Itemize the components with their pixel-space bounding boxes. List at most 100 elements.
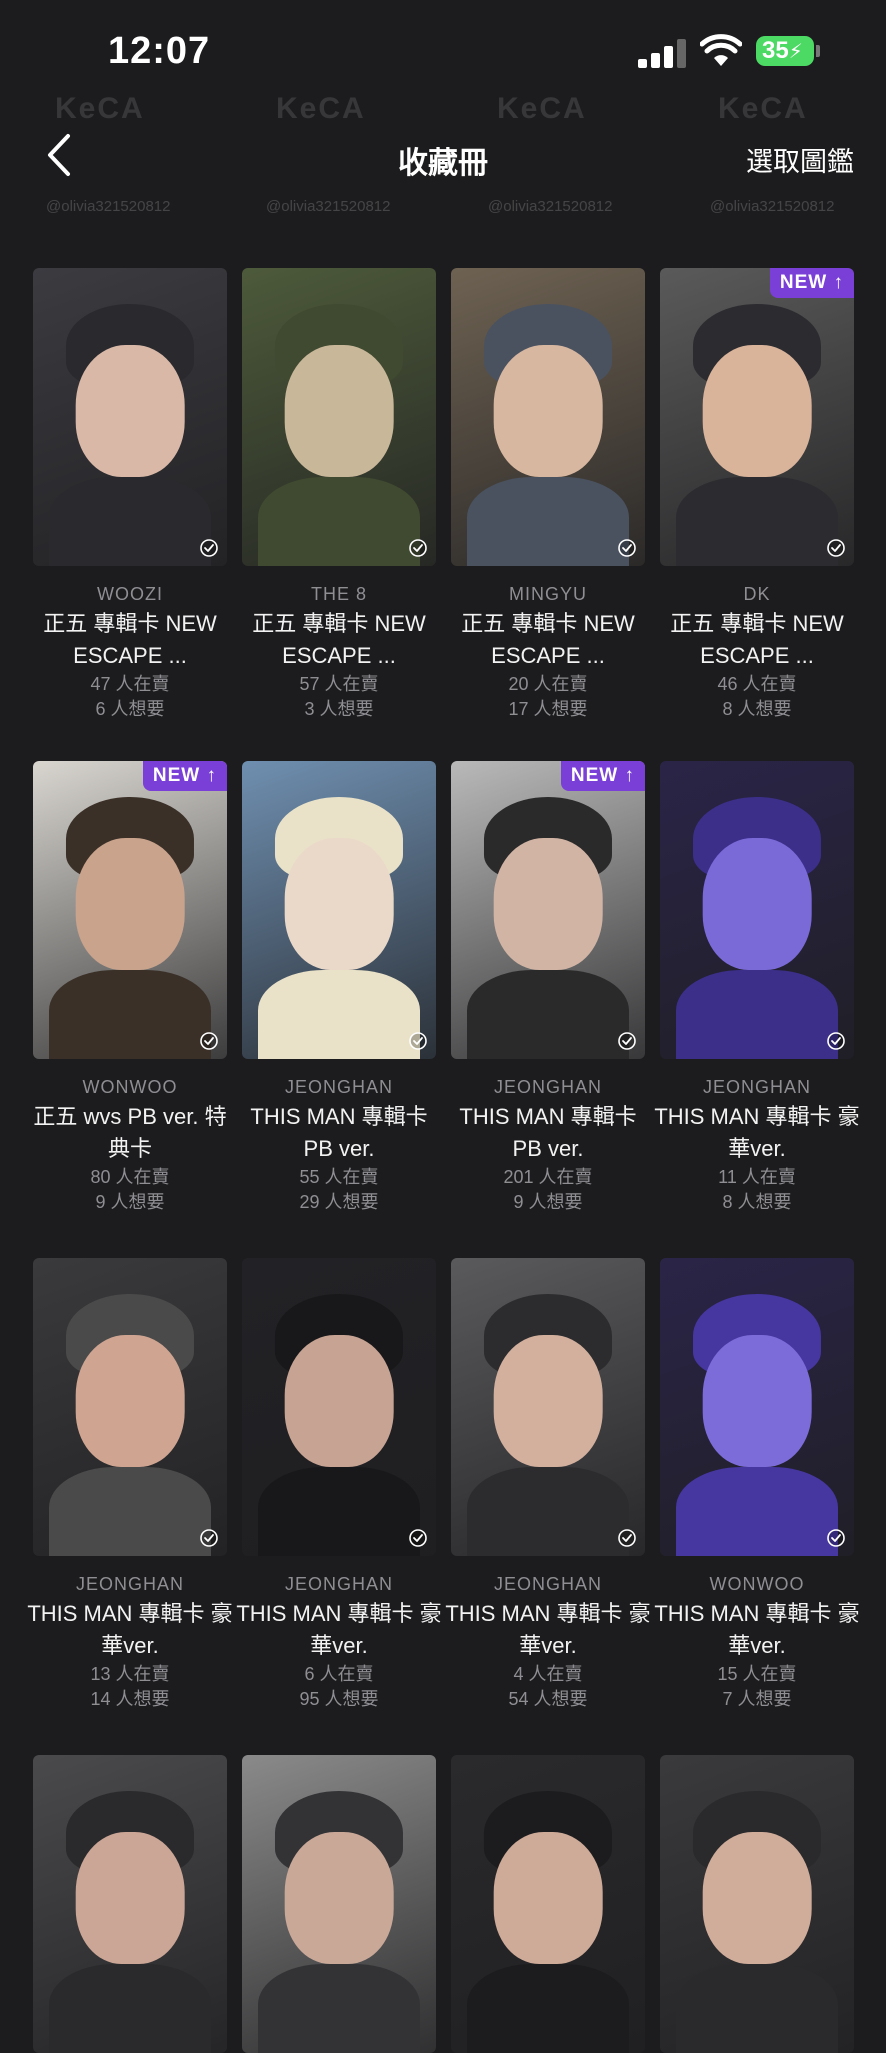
collected-check-icon[interactable] bbox=[408, 538, 428, 558]
portrait-face bbox=[75, 345, 185, 477]
portrait-face bbox=[284, 1335, 394, 1467]
photocard-image[interactable]: NEW ↑ bbox=[33, 761, 227, 1059]
collected-check-icon[interactable] bbox=[826, 1528, 846, 1548]
collected-check-icon[interactable] bbox=[826, 538, 846, 558]
portrait-body bbox=[675, 1466, 839, 1556]
portrait-face bbox=[284, 1832, 394, 1964]
collected-check-icon[interactable] bbox=[617, 1031, 637, 1051]
card-name: THIS MAN 專輯卡 PB ver. bbox=[459, 1104, 637, 1161]
photocard-info: JEONGHAN THIS MAN 專輯卡 PB ver. 55 人在賣 29 人想要 bbox=[236, 1073, 442, 1215]
portrait-body bbox=[48, 1466, 212, 1556]
sellers-count: 15 人在賣 bbox=[717, 1664, 797, 1684]
sellers-count: 57 人在賣 bbox=[299, 674, 379, 694]
photocard-image[interactable] bbox=[242, 1258, 436, 1556]
photocard-image[interactable] bbox=[33, 1258, 227, 1556]
portrait-body bbox=[257, 969, 421, 1059]
member-label: JEONGHAN bbox=[493, 1077, 602, 1097]
portrait-body bbox=[466, 476, 630, 566]
portrait-body bbox=[466, 1963, 630, 2053]
portrait-face bbox=[702, 1832, 812, 1964]
new-badge: NEW ↑ bbox=[769, 268, 854, 298]
wants-count: 6 人想要 bbox=[95, 699, 165, 719]
wants-count: 7 人想要 bbox=[722, 1689, 792, 1709]
photocard-info: JEONGHAN THIS MAN 專輯卡 豪華ver. 11 人在賣 8 人想要 bbox=[654, 1073, 860, 1215]
portrait-face bbox=[75, 1335, 185, 1467]
photocard-image[interactable]: NEW ↑ bbox=[451, 761, 645, 1059]
portrait-body bbox=[257, 476, 421, 566]
collected-check-icon[interactable] bbox=[199, 1528, 219, 1548]
photocard-image[interactable] bbox=[451, 268, 645, 566]
portrait-body bbox=[466, 1466, 630, 1556]
wants-count: 8 人想要 bbox=[722, 699, 792, 719]
collected-check-icon[interactable] bbox=[826, 1031, 846, 1051]
battery-tip bbox=[816, 45, 820, 57]
member-label: JEONGHAN bbox=[75, 1574, 184, 1594]
wants-count: 17 人想要 bbox=[508, 699, 588, 719]
wifi-icon bbox=[700, 34, 742, 66]
photocard-image[interactable] bbox=[660, 1258, 854, 1556]
portrait-face bbox=[75, 838, 185, 970]
watermark-handle: @olivia321520812 bbox=[710, 198, 835, 215]
card-name: 正五 專輯卡 NEW ESCAPE ... bbox=[43, 611, 217, 668]
wants-count: 3 人想要 bbox=[304, 699, 374, 719]
collected-check-icon[interactable] bbox=[199, 538, 219, 558]
portrait-face bbox=[702, 345, 812, 477]
watermark-handle: @olivia321520812 bbox=[46, 198, 171, 215]
collected-check-icon[interactable] bbox=[408, 1528, 428, 1548]
card-name: THIS MAN 專輯卡 PB ver. bbox=[250, 1104, 428, 1161]
collected-check-icon[interactable] bbox=[408, 1031, 428, 1051]
photocard-info: JEONGHAN THIS MAN 專輯卡 豪華ver. 4 人在賣 54 人想要 bbox=[445, 1570, 651, 1712]
photocard-info: JEONGHAN THIS MAN 專輯卡 豪華ver. 6 人在賣 95 人想要 bbox=[236, 1570, 442, 1712]
nav-header: 收藏冊 選取圖鑑 bbox=[0, 110, 886, 200]
photocard-info: THE 8 正五 專輯卡 NEW ESCAPE ... 57 人在賣 3 人想要 bbox=[236, 580, 442, 722]
portrait-body bbox=[675, 1963, 839, 2053]
new-badge: NEW ↑ bbox=[142, 761, 227, 791]
photocard-info: DK 正五 專輯卡 NEW ESCAPE ... 46 人在賣 8 人想要 bbox=[654, 580, 860, 722]
portrait-face bbox=[493, 345, 603, 477]
card-name: THIS MAN 專輯卡 豪華ver. bbox=[654, 1104, 860, 1161]
photocard-image[interactable] bbox=[33, 268, 227, 566]
sellers-count: 13 人在賣 bbox=[90, 1664, 170, 1684]
card-name: THIS MAN 專輯卡 豪華ver. bbox=[654, 1601, 860, 1658]
card-name: THIS MAN 專輯卡 豪華ver. bbox=[27, 1601, 233, 1658]
portrait-body bbox=[675, 476, 839, 566]
wants-count: 8 人想要 bbox=[722, 1192, 792, 1212]
portrait-face bbox=[493, 1832, 603, 1964]
status-time: 12:07 bbox=[108, 30, 211, 72]
portrait-face bbox=[702, 838, 812, 970]
wants-count: 14 人想要 bbox=[90, 1689, 170, 1709]
photocard-image[interactable] bbox=[242, 761, 436, 1059]
member-label: THE 8 bbox=[310, 584, 367, 604]
photocard-info: WOOZI 正五 專輯卡 NEW ESCAPE ... 47 人在賣 6 人想要 bbox=[27, 580, 233, 722]
card-name: THIS MAN 專輯卡 豪華ver. bbox=[236, 1601, 442, 1658]
wants-count: 95 人想要 bbox=[299, 1689, 379, 1709]
select-collection-button[interactable]: 選取圖鑑 bbox=[746, 140, 854, 179]
photocard-image[interactable] bbox=[451, 1755, 645, 2053]
portrait-face bbox=[75, 1832, 185, 1964]
photocard-info: JEONGHAN THIS MAN 專輯卡 豪華ver. 13 人在賣 14 人想要 bbox=[27, 1570, 233, 1712]
collected-check-icon[interactable] bbox=[617, 538, 637, 558]
sellers-count: 80 人在賣 bbox=[90, 1167, 170, 1187]
sellers-count: 20 人在賣 bbox=[508, 674, 588, 694]
photocard-image[interactable] bbox=[242, 1755, 436, 2053]
photocard-image[interactable] bbox=[242, 268, 436, 566]
portrait-body bbox=[48, 476, 212, 566]
photocard-image[interactable]: NEW ↑ bbox=[660, 268, 854, 566]
watermark-handle: @olivia321520812 bbox=[488, 198, 613, 215]
wants-count: 29 人想要 bbox=[299, 1192, 379, 1212]
member-label: JEONGHAN bbox=[493, 1574, 602, 1594]
member-label: WONWOO bbox=[709, 1574, 805, 1594]
sellers-count: 46 人在賣 bbox=[717, 674, 797, 694]
portrait-body bbox=[675, 969, 839, 1059]
sellers-count: 201 人在賣 bbox=[503, 1167, 593, 1187]
photocard-image[interactable] bbox=[451, 1258, 645, 1556]
photocard-info: WONWOO THIS MAN 專輯卡 豪華ver. 15 人在賣 7 人想要 bbox=[654, 1570, 860, 1712]
photocard-image[interactable] bbox=[660, 1755, 854, 2053]
photocard-image[interactable] bbox=[33, 1755, 227, 2053]
collected-check-icon[interactable] bbox=[617, 1528, 637, 1548]
portrait-face bbox=[702, 1335, 812, 1467]
photocard-image[interactable] bbox=[660, 761, 854, 1059]
collected-check-icon[interactable] bbox=[199, 1031, 219, 1051]
wants-count: 54 人想要 bbox=[508, 1689, 588, 1709]
portrait-face bbox=[284, 345, 394, 477]
